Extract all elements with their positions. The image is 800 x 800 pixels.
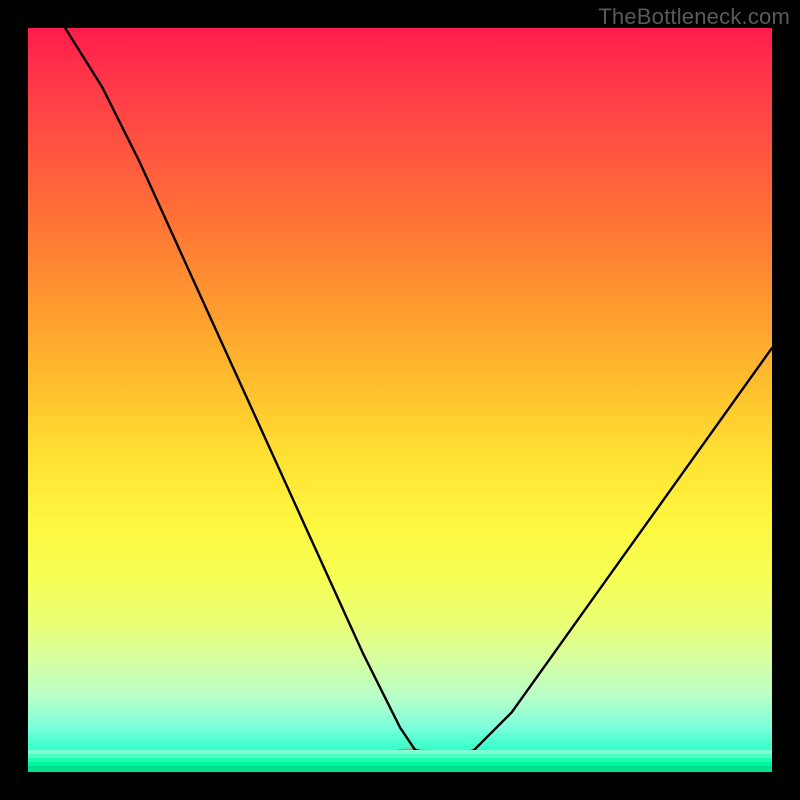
- flat-region-highlight: [400, 757, 474, 762]
- bottleneck-curve: [65, 28, 772, 757]
- plot-area: [28, 28, 772, 772]
- watermark-label: TheBottleneck.com: [598, 4, 790, 30]
- chart-stage: TheBottleneck.com: [0, 0, 800, 800]
- curve-svg: [28, 28, 772, 772]
